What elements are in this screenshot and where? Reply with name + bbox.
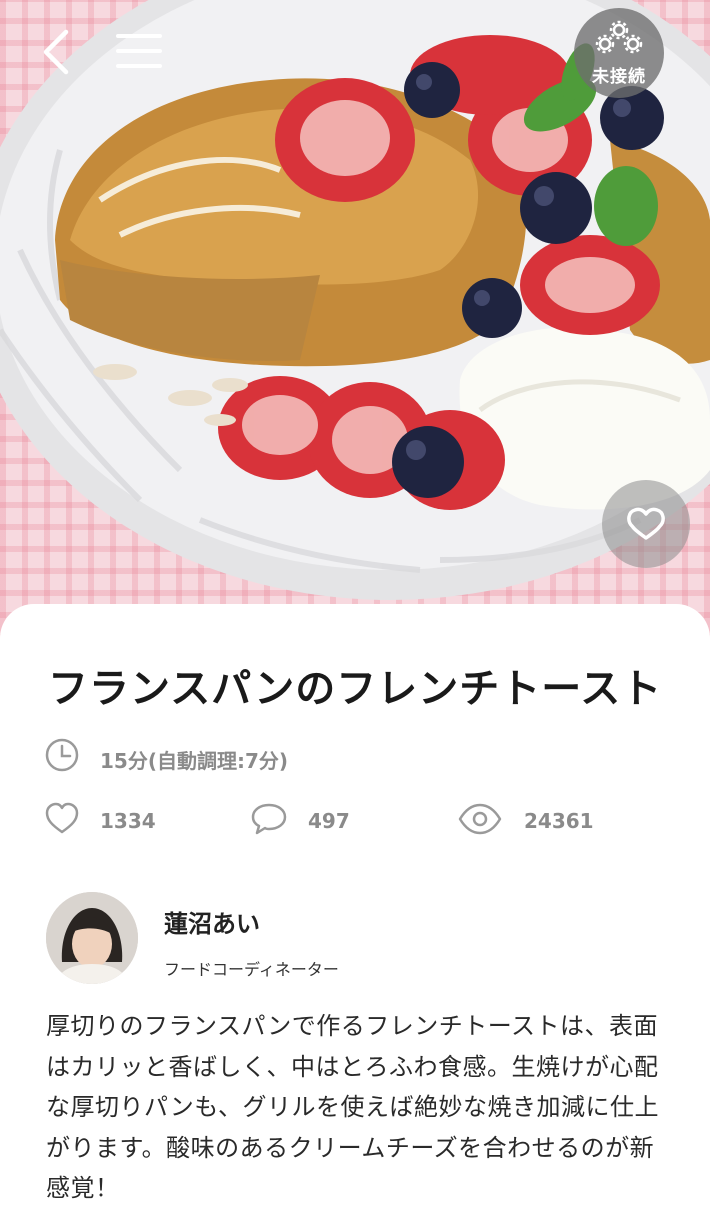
recipe-description: 厚切りのフランスパンで作るフレンチトーストは、表面はカリッと香ばしく、中はとろふ… <box>46 1012 659 1202</box>
views-count: 24361 <box>524 809 594 833</box>
menu-button[interactable] <box>112 28 166 74</box>
author-avatar[interactable] <box>46 892 138 984</box>
recipe-detail-card: フランスパンのフレンチトースト 15分(自動調理:7分) 1334 497 24… <box>0 604 710 1202</box>
comments-count: 497 <box>308 809 350 833</box>
heart-outline-icon <box>45 802 79 834</box>
eye-icon <box>458 803 502 835</box>
recipe-title: フランスパンのフレンチトースト <box>48 666 663 712</box>
recipe-stats-row: 1334 497 24361 <box>0 801 710 841</box>
back-button[interactable] <box>36 26 80 78</box>
network-nodes-icon <box>595 20 643 54</box>
cooking-time-row: 15分(自動調理:7分) <box>0 737 710 777</box>
cooking-time: 15分(自動調理:7分) <box>100 749 289 773</box>
favorite-button[interactable] <box>602 480 690 568</box>
heart-outline-icon <box>627 507 665 540</box>
recipe-hero-image: 未接続 <box>0 0 710 640</box>
likes-count: 1334 <box>100 809 156 833</box>
comment-icon <box>251 803 287 835</box>
clock-icon <box>45 738 79 772</box>
author-name[interactable]: 蓮沼あい <box>164 904 260 939</box>
author-photo <box>46 892 138 984</box>
connection-status-button[interactable]: 未接続 <box>574 8 664 98</box>
author-role: フードコーディネーター <box>164 960 339 979</box>
hamburger-menu-icon <box>116 34 162 68</box>
connection-status-label: 未接続 <box>592 67 646 87</box>
chevron-left-icon <box>43 29 69 75</box>
